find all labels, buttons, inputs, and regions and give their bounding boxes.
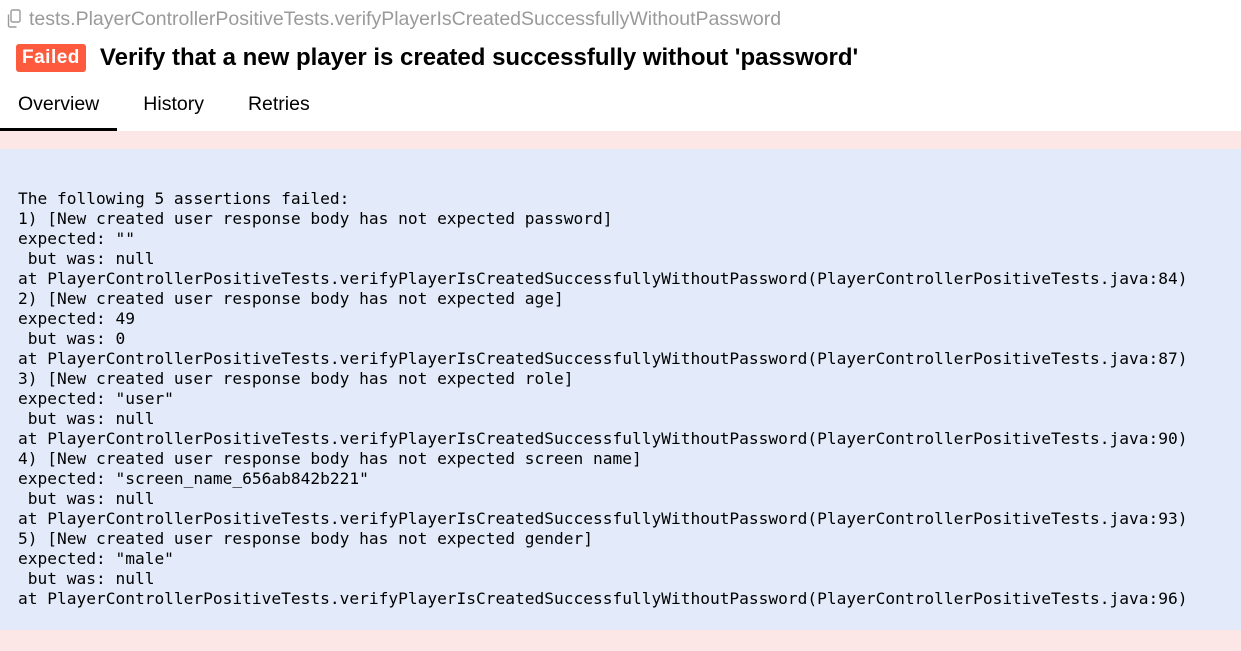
test-result-page: tests.PlayerControllerPositiveTests.veri… bbox=[0, 0, 1241, 651]
error-line: at PlayerControllerPositiveTests.verifyP… bbox=[18, 349, 1188, 368]
error-line: at PlayerControllerPositiveTests.verifyP… bbox=[18, 429, 1188, 448]
error-line: at PlayerControllerPositiveTests.verifyP… bbox=[18, 269, 1188, 288]
failed-status-band-bottom bbox=[0, 630, 1241, 651]
error-line: expected: 49 bbox=[18, 309, 135, 328]
error-line: at PlayerControllerPositiveTests.verifyP… bbox=[18, 589, 1188, 608]
status-badge: Failed bbox=[16, 44, 86, 72]
error-line: expected: "user" bbox=[18, 389, 174, 408]
error-line: but was: 0 bbox=[18, 329, 126, 348]
error-line: 1) [New created user response body has n… bbox=[18, 209, 613, 228]
tab-retries[interactable]: Retries bbox=[230, 88, 328, 131]
tab-bar: Overview History Retries bbox=[0, 88, 336, 131]
error-line: at PlayerControllerPositiveTests.verifyP… bbox=[18, 509, 1188, 528]
test-full-name-row: tests.PlayerControllerPositiveTests.veri… bbox=[3, 7, 781, 31]
error-line: but was: null bbox=[18, 409, 155, 428]
test-full-name: tests.PlayerControllerPositiveTests.veri… bbox=[29, 7, 782, 30]
error-message-box: The following 5 assertions failed: 1) [Ne… bbox=[0, 149, 1241, 630]
error-line: but was: null bbox=[18, 249, 155, 268]
error-line: but was: null bbox=[18, 569, 155, 588]
error-line: expected: "male" bbox=[18, 549, 174, 568]
error-line: 3) [New created user response body has n… bbox=[18, 369, 574, 388]
error-line: 4) [New created user response body has n… bbox=[18, 449, 642, 468]
failed-status-band-top bbox=[0, 131, 1241, 149]
error-line: expected: "screen_name_656ab842b221" bbox=[18, 469, 369, 488]
page-title: Verify that a new player is created succ… bbox=[99, 44, 859, 71]
tab-history[interactable]: History bbox=[125, 88, 222, 131]
title-row: Failed Verify that a new player is creat… bbox=[16, 41, 858, 75]
error-line: 5) [New created user response body has n… bbox=[18, 529, 593, 548]
tab-overview[interactable]: Overview bbox=[0, 88, 118, 131]
error-line: The following 5 assertions failed: bbox=[18, 189, 350, 208]
error-line: expected: "" bbox=[18, 229, 135, 248]
copy-icon[interactable] bbox=[3, 7, 27, 31]
error-message-text: The following 5 assertions failed: 1) [Ne… bbox=[18, 189, 1187, 609]
error-line: 2) [New created user response body has n… bbox=[18, 289, 564, 308]
error-line: but was: null bbox=[18, 489, 155, 508]
